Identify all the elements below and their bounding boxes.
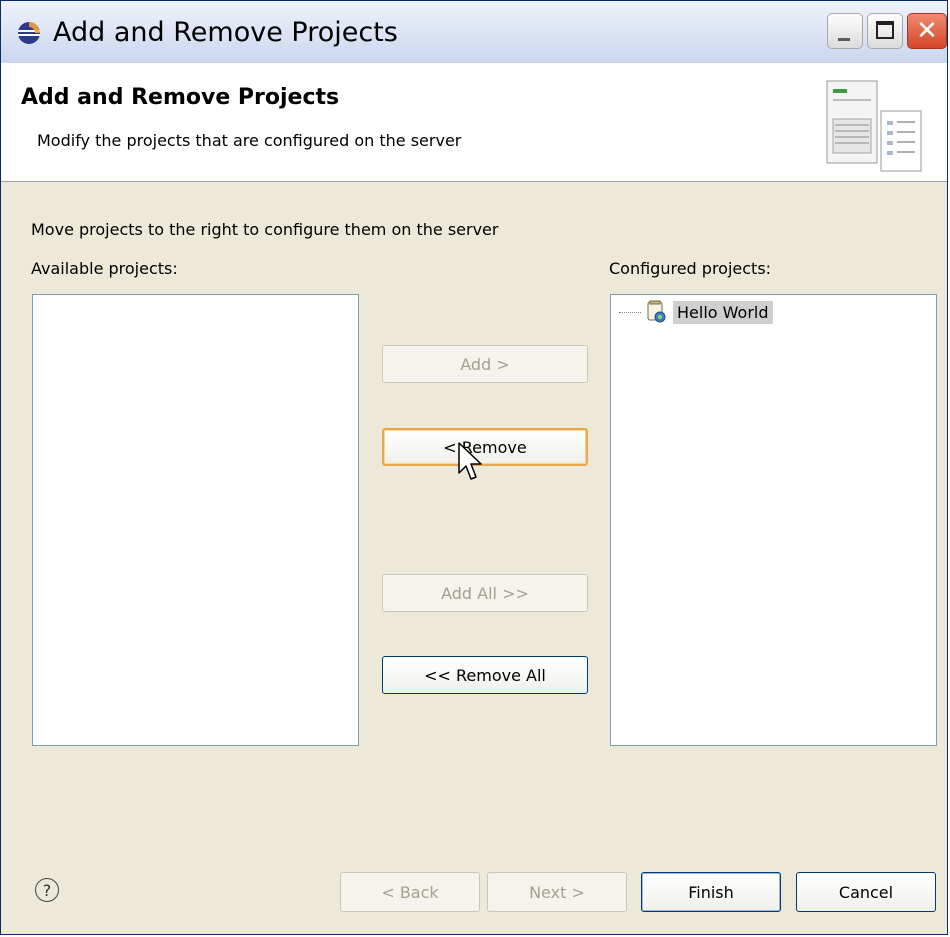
finish-button[interactable]: Finish (641, 872, 781, 912)
wizard-banner: Add and Remove Projects Modify the proje… (1, 63, 947, 182)
tree-connector (619, 311, 641, 313)
dialog-window: Add and Remove Projects ✕ Add and Remove… (0, 0, 948, 935)
cancel-button[interactable]: Cancel (796, 872, 936, 912)
tree-item-hello-world[interactable]: Hello World (619, 299, 773, 325)
available-projects-list[interactable] (32, 294, 359, 746)
configured-projects-list[interactable]: Hello World (610, 294, 937, 746)
window-title: Add and Remove Projects (53, 17, 398, 48)
mouse-pointer-icon (458, 442, 482, 480)
add-button[interactable]: Add > (382, 345, 588, 383)
maximize-icon (876, 21, 894, 39)
server-graphic-icon (826, 80, 922, 172)
instructions-text: Move projects to the right to configure … (31, 220, 499, 239)
available-projects-label: Available projects: (31, 259, 178, 278)
banner-description: Modify the projects that are configured … (37, 131, 462, 150)
close-icon: ✕ (916, 16, 938, 46)
tree-item-label: Hello World (673, 300, 773, 324)
minimize-button[interactable] (827, 13, 863, 49)
help-icon[interactable]: ? (35, 878, 59, 902)
remove-button[interactable]: < Remove (382, 428, 588, 466)
next-button[interactable]: Next > (487, 872, 627, 912)
add-all-button[interactable]: Add All >> (382, 574, 588, 612)
title-bar[interactable]: Add and Remove Projects ✕ (1, 1, 947, 64)
banner-title: Add and Remove Projects (21, 85, 340, 110)
minimize-icon (838, 38, 850, 41)
configured-projects-label: Configured projects: (609, 259, 772, 278)
back-button[interactable]: < Back (340, 872, 480, 912)
close-button[interactable]: ✕ (907, 13, 947, 49)
maximize-button[interactable] (867, 13, 903, 49)
eclipse-logo-icon (18, 22, 40, 44)
remove-all-button[interactable]: << Remove All (382, 656, 588, 694)
project-icon (647, 300, 666, 323)
